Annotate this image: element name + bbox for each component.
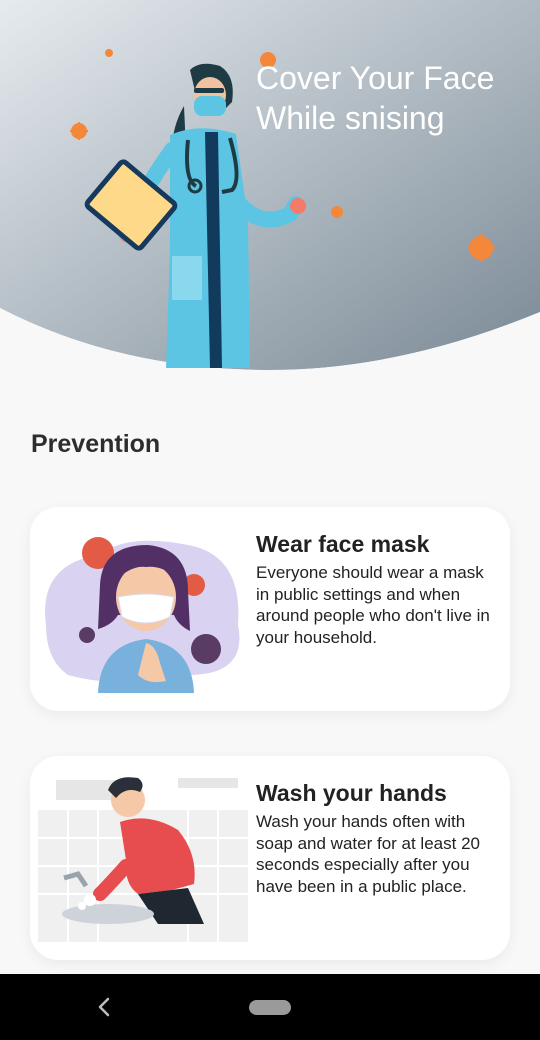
- header-title: Cover Your Face While snising: [256, 60, 495, 136]
- back-chevron-icon[interactable]: [94, 996, 114, 1018]
- header-illustration: [0, 0, 540, 380]
- prevention-card-face-mask[interactable]: Wear face mask Everyone should wear a ma…: [30, 507, 510, 711]
- section-title: Prevention: [31, 430, 161, 458]
- card-title: Wash your hands: [256, 780, 447, 806]
- header-banner: Cover Your Face While snising: [0, 0, 540, 380]
- card-title: Wear face mask: [256, 531, 430, 557]
- card-description: Everyone should wear a mask in public se…: [256, 563, 490, 647]
- prevention-card-wash-hands[interactable]: Wash your hands Wash your hands often wi…: [30, 756, 510, 960]
- home-pill-icon[interactable]: [249, 1000, 291, 1015]
- girl-mask-illustration: [45, 537, 240, 693]
- system-navigation-bar: [0, 974, 540, 1040]
- card-description: Wash your hands often with soap and wate…: [256, 812, 480, 896]
- man-washing-hands-illustration: [38, 777, 248, 942]
